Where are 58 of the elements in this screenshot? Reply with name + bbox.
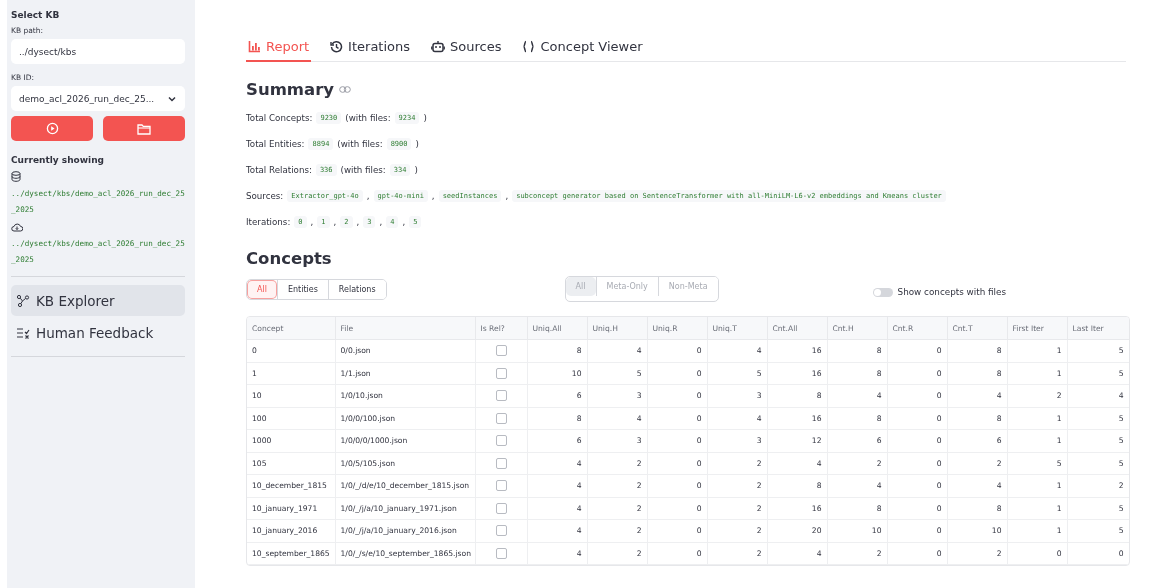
kb-path-field[interactable]: ../dysect/kbs bbox=[11, 39, 185, 64]
tab[interactable]: Iterations bbox=[328, 37, 413, 62]
checkbox[interactable] bbox=[495, 502, 507, 514]
play-icon bbox=[45, 122, 59, 135]
summary-text: , bbox=[356, 217, 360, 227]
filter-option[interactable]: Relations bbox=[327, 279, 386, 299]
cloud-icon bbox=[11, 222, 23, 232]
summary-text: ) bbox=[414, 165, 418, 175]
graph-icon bbox=[16, 293, 30, 308]
tab[interactable]: Concept Viewer bbox=[520, 37, 645, 62]
summary-text: (with files: bbox=[337, 139, 383, 149]
summary-text: Iterations: bbox=[246, 217, 291, 227]
summary-text: , bbox=[366, 191, 370, 201]
toggle-switch[interactable] bbox=[872, 287, 893, 297]
summary-text: Sources: bbox=[246, 191, 284, 201]
summary-text: , bbox=[379, 217, 383, 227]
checkbox[interactable] bbox=[495, 435, 507, 447]
folder-icon bbox=[137, 122, 151, 135]
run-button[interactable] bbox=[11, 116, 93, 141]
summary-text: ) bbox=[423, 113, 427, 123]
summary-text: , bbox=[402, 217, 406, 227]
bar-chart-icon bbox=[248, 40, 261, 53]
summary-text: , bbox=[310, 217, 314, 227]
checkbox[interactable] bbox=[495, 525, 507, 537]
checkbox[interactable] bbox=[495, 547, 507, 559]
checkbox[interactable] bbox=[495, 480, 507, 492]
section-title: Currently showing bbox=[11, 155, 105, 165]
nav-item[interactable]: KB Explorer bbox=[11, 285, 185, 316]
summary-text: , bbox=[431, 191, 435, 201]
tab[interactable]: Report bbox=[246, 37, 312, 62]
section-heading: Concepts bbox=[246, 249, 333, 268]
checkbox[interactable] bbox=[495, 345, 507, 357]
checkbox[interactable] bbox=[495, 367, 507, 379]
section-title: Select KB bbox=[11, 10, 61, 20]
link-icon[interactable] bbox=[339, 86, 352, 93]
summary-text: Total Relations: bbox=[246, 165, 312, 175]
summary-text: Total Entities: bbox=[246, 139, 305, 149]
checkbox[interactable] bbox=[495, 457, 507, 469]
summary-text: ) bbox=[415, 139, 419, 149]
summary-text: (with files: bbox=[340, 165, 386, 175]
kb-id-dropdown[interactable]: demo_acl_2026_run_dec_25... bbox=[11, 86, 185, 111]
checklist-icon bbox=[16, 326, 30, 339]
summary-text: (with files: bbox=[345, 113, 391, 123]
folder-button[interactable] bbox=[103, 116, 185, 141]
nav-item[interactable]: Human Feedback bbox=[11, 317, 185, 348]
tab[interactable]: Sources bbox=[429, 37, 504, 62]
braces-icon bbox=[522, 40, 536, 53]
summary-text: , bbox=[505, 191, 509, 201]
section-heading: Summary bbox=[246, 80, 335, 99]
summary-text: , bbox=[333, 217, 337, 227]
summary-text: Total Concepts: bbox=[246, 113, 313, 123]
history-icon bbox=[330, 40, 344, 53]
checkbox[interactable] bbox=[495, 412, 507, 424]
checkbox[interactable] bbox=[495, 390, 507, 402]
robot-icon bbox=[431, 40, 446, 53]
filter-option[interactable]: All bbox=[247, 279, 277, 299]
database-icon bbox=[11, 171, 21, 182]
toggle-label: Show concepts with files bbox=[897, 287, 1006, 297]
